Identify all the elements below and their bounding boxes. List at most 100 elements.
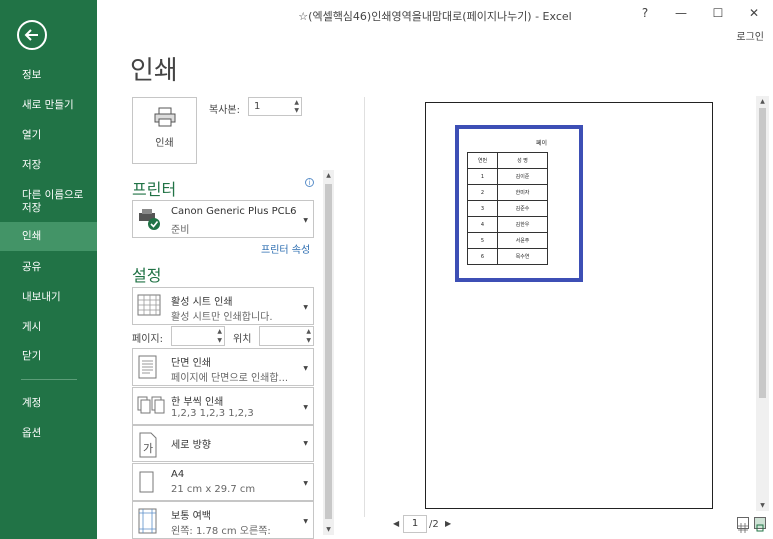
info-icon[interactable]: i [305, 178, 314, 187]
pages-from-input[interactable]: ▲ ▼ [171, 326, 225, 346]
copies-input[interactable]: 1 ▲ ▼ [248, 97, 302, 116]
table-cell: 목수연 [497, 248, 548, 265]
total-pages: /2 [429, 519, 439, 530]
table-header-cell: 연번 [467, 152, 498, 169]
pages-from-down-icon[interactable]: ▼ [217, 338, 222, 344]
scroll-up-icon[interactable]: ▲ [756, 98, 769, 105]
nav-divider [21, 379, 77, 380]
table-row: 1 김이준 [467, 168, 548, 185]
zoom-to-page-icon[interactable] [754, 517, 766, 532]
nav-save-as-line2[interactable]: 저장 [0, 202, 97, 215]
print-what-main: 활성 시트 인쇄 [171, 297, 233, 308]
nav-open[interactable]: 열기 [0, 129, 97, 142]
printer-properties-link[interactable]: 프린터 속성 [261, 241, 310, 256]
page-title: 인쇄 [130, 56, 178, 86]
paper-icon [139, 471, 154, 493]
chevron-down-icon: ▼ [303, 440, 308, 447]
nav-close[interactable]: 닫기 [0, 350, 97, 363]
settings-scrollbar[interactable]: ▲ ▼ [323, 170, 334, 535]
printer-ready-icon [139, 209, 160, 230]
table-cell: 한미자 [497, 184, 548, 201]
preview-scrollbar[interactable]: ▲ ▼ [756, 96, 769, 511]
table-cell: 5 [467, 232, 498, 249]
table-cell: 4 [467, 216, 498, 233]
paper-size-dropdown[interactable]: A4 21 cm x 29.7 cm ▼ [132, 463, 314, 501]
collate-sub: 1,2,3 1,2,3 1,2,3 [171, 408, 254, 419]
back-button[interactable] [17, 20, 47, 50]
table-row: 5 서윤주 [467, 232, 548, 249]
pages-to-down-icon[interactable]: ▼ [306, 338, 311, 344]
table-cell: 1 [467, 168, 498, 185]
printer-section-title: 프린터 [132, 180, 177, 199]
current-page-input[interactable]: 1 [403, 515, 427, 533]
login-link[interactable]: 로그인 [736, 28, 764, 43]
back-arrow-icon [24, 29, 38, 41]
printer-icon [154, 107, 176, 127]
table-cell: 서윤주 [497, 232, 548, 249]
copies-up-icon[interactable]: ▲ [294, 100, 299, 106]
pages-label: 페이지: [132, 334, 163, 345]
printer-dropdown[interactable]: Canon Generic Plus PCL6 준비 ▼ [132, 200, 314, 238]
printer-status: 준비 [171, 225, 190, 236]
nav-print[interactable]: 인쇄 [0, 222, 97, 251]
nav-publish[interactable]: 게시 [0, 321, 97, 334]
table-cell: 3 [467, 200, 498, 217]
table-cell: 6 [467, 248, 498, 265]
chevron-down-icon: ▼ [303, 518, 308, 525]
scroll-down-icon[interactable]: ▼ [756, 502, 769, 509]
nav-options[interactable]: 옵션 [0, 427, 97, 440]
pages-to-up-icon[interactable]: ▲ [306, 329, 311, 335]
settings-scroll-thumb[interactable] [325, 184, 332, 519]
previous-page-icon[interactable]: ◀ [393, 519, 399, 528]
print-button-label: 인쇄 [155, 138, 174, 149]
print-button[interactable]: 인쇄 [132, 97, 197, 164]
preview-sheet-title: 페이 [536, 140, 548, 147]
table-row: 6 목수연 [467, 248, 548, 265]
restore-button[interactable]: ☐ [708, 4, 728, 22]
table-cell: 김한우 [497, 216, 548, 233]
zoom-to-page-glyph [756, 524, 764, 532]
show-margins-glyph [738, 523, 748, 533]
nav-new[interactable]: 새로 만들기 [0, 99, 97, 112]
table-header-row: 연번 성 명 [467, 152, 548, 169]
scroll-down-icon[interactable]: ▼ [323, 526, 334, 533]
table-cell: 김준수 [497, 200, 548, 217]
print-what-sub: 활성 시트만 인쇄합니다. [171, 312, 273, 323]
collate-dropdown[interactable]: 한 부씩 인쇄 1,2,3 1,2,3 1,2,3 ▼ [132, 387, 314, 425]
nav-account[interactable]: 계정 [0, 397, 97, 410]
next-page-icon[interactable]: ▶ [445, 519, 451, 528]
nav-info[interactable]: 정보 [0, 69, 97, 82]
table-header-cell: 성 명 [497, 152, 548, 169]
chevron-down-icon: ▼ [303, 217, 308, 224]
close-button[interactable]: ✕ [744, 4, 764, 22]
scroll-up-icon[interactable]: ▲ [323, 172, 334, 179]
margins-dropdown[interactable]: 보통 여백 왼쪽: 1.78 cm 오른쪽: ▼ [132, 501, 314, 539]
copies-down-icon[interactable]: ▼ [294, 108, 299, 114]
nav-save[interactable]: 저장 [0, 159, 97, 172]
print-what-dropdown[interactable]: 활성 시트 인쇄 활성 시트만 인쇄합니다. ▼ [132, 287, 314, 325]
table-row: 4 김한우 [467, 216, 548, 233]
chevron-down-icon: ▼ [303, 404, 308, 411]
minimize-button[interactable]: — [671, 4, 691, 22]
help-button[interactable]: ? [635, 4, 655, 22]
pages-to-input[interactable]: ▲ ▼ [259, 326, 314, 346]
margins-icon [138, 508, 157, 534]
show-margins-icon[interactable] [737, 517, 749, 533]
preview-scroll-thumb[interactable] [759, 108, 766, 398]
nav-save-as[interactable]: 다른 이름으로 [0, 189, 97, 202]
copies-label: 복사본: [209, 105, 240, 116]
copies-value: 1 [254, 101, 261, 112]
orientation-dropdown[interactable]: 가 세로 방향 ▼ [132, 425, 314, 462]
table-cell: 2 [467, 184, 498, 201]
table-row: 2 한미자 [467, 184, 548, 201]
printer-name: Canon Generic Plus PCL6 [171, 206, 297, 217]
sides-sub: 페이지에 단면으로 인쇄합... [171, 373, 289, 384]
pages-from-up-icon[interactable]: ▲ [217, 329, 222, 335]
margins-main: 보통 여백 [171, 511, 211, 522]
nav-export[interactable]: 내보내기 [0, 291, 97, 304]
nav-share[interactable]: 공유 [0, 261, 97, 274]
sides-dropdown[interactable]: 단면 인쇄 페이지에 단면으로 인쇄합... ▼ [132, 348, 314, 386]
one-sided-icon [138, 355, 157, 379]
chevron-down-icon: ▼ [303, 365, 308, 372]
paper-size-main: A4 [171, 469, 185, 480]
